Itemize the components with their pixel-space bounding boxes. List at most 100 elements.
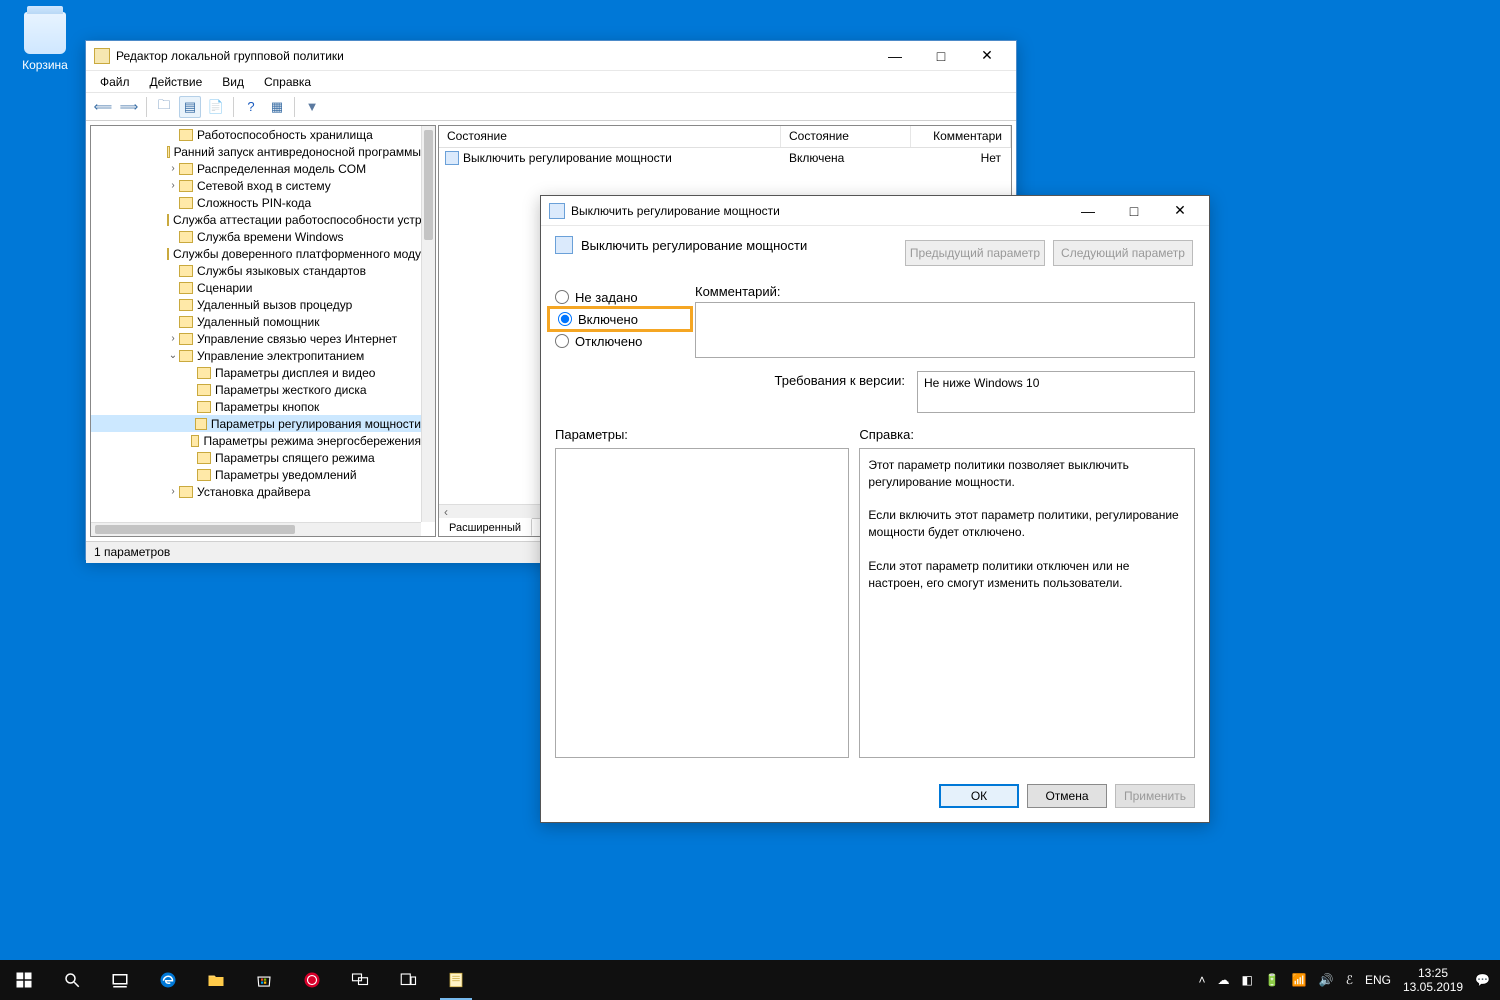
tray-battery-icon[interactable]: 🔋 bbox=[1265, 973, 1280, 987]
tree-horizontal-scrollbar[interactable] bbox=[91, 522, 421, 536]
gpedit-minimize-button[interactable]: — bbox=[872, 41, 918, 71]
tree-item[interactable]: Параметры спящего режима bbox=[91, 449, 421, 466]
cancel-button[interactable]: Отмена bbox=[1027, 784, 1107, 808]
taskbar-app-device[interactable] bbox=[384, 960, 432, 1000]
tree-caret-icon[interactable]: › bbox=[167, 486, 179, 497]
scroll-left-icon[interactable]: ‹ bbox=[439, 505, 453, 518]
apply-button[interactable]: Применить bbox=[1115, 784, 1195, 808]
comment-textarea[interactable] bbox=[695, 302, 1195, 358]
tray-graphics-icon[interactable]: ◧ bbox=[1242, 973, 1253, 987]
tree-item[interactable]: ›Сетевой вход в систему bbox=[91, 177, 421, 194]
policy-minimize-button[interactable]: — bbox=[1065, 196, 1111, 226]
help-box: Этот параметр политики позволяет выключи… bbox=[859, 448, 1195, 758]
menu-help[interactable]: Справка bbox=[256, 73, 319, 91]
toolbar-filter-button[interactable]: ▼ bbox=[301, 96, 323, 118]
radio-disabled-label: Отключено bbox=[575, 334, 642, 349]
tray-app-icon[interactable]: ℰ bbox=[1346, 973, 1353, 987]
tree-caret-icon[interactable]: › bbox=[167, 333, 179, 344]
tab-extended[interactable]: Расширенный bbox=[439, 518, 532, 536]
toolbar-back-button[interactable]: ⟸ bbox=[92, 96, 114, 118]
tree-item[interactable]: Сложность PIN-кода bbox=[91, 194, 421, 211]
tray-chevron-up-icon[interactable]: ˄ bbox=[1198, 973, 1205, 987]
list-cell-state: Включена bbox=[781, 151, 911, 165]
tree-item[interactable]: Удаленный помощник bbox=[91, 313, 421, 330]
menu-action[interactable]: Действие bbox=[142, 73, 211, 91]
gpedit-toolbar: ⟸ ⟹ 🗀 ▤ 📄 ? ▦ ▼ bbox=[86, 93, 1016, 121]
ok-button[interactable]: ОК bbox=[939, 784, 1019, 808]
list-header[interactable]: Состояние Состояние Комментари bbox=[439, 126, 1011, 148]
gpedit-titlebar[interactable]: Редактор локальной групповой политики — … bbox=[86, 41, 1016, 71]
gpedit-maximize-button[interactable]: □ bbox=[918, 41, 964, 71]
policy-close-button[interactable]: ✕ bbox=[1157, 196, 1203, 226]
start-button[interactable] bbox=[0, 960, 48, 1000]
toolbar-help-button[interactable]: ? bbox=[240, 96, 262, 118]
gpedit-close-button[interactable]: ✕ bbox=[964, 41, 1010, 71]
tray-volume-icon[interactable]: 🔊 bbox=[1319, 973, 1334, 987]
tree-item[interactable]: Параметры уведомлений bbox=[91, 466, 421, 483]
radio-disabled-input[interactable] bbox=[555, 334, 569, 348]
tree-item[interactable]: Параметры режима энергосбережения bbox=[91, 432, 421, 449]
toolbar-up-button[interactable]: 🗀 bbox=[153, 96, 175, 118]
radio-enabled-input[interactable] bbox=[558, 312, 572, 326]
tree-caret-icon[interactable]: › bbox=[167, 163, 179, 174]
folder-icon bbox=[179, 163, 193, 175]
list-header-name[interactable]: Состояние bbox=[439, 126, 781, 147]
recycle-bin-icon bbox=[24, 12, 66, 54]
radio-disabled[interactable]: Отключено bbox=[555, 328, 685, 354]
tree-item[interactable]: Сценарии bbox=[91, 279, 421, 296]
tree-item[interactable]: Служба аттестации работоспособности устр bbox=[91, 211, 421, 228]
task-view-button[interactable] bbox=[96, 960, 144, 1000]
menu-view[interactable]: Вид bbox=[214, 73, 252, 91]
taskbar-edge[interactable] bbox=[144, 960, 192, 1000]
policy-maximize-button[interactable]: □ bbox=[1111, 196, 1157, 226]
toolbar-forward-button[interactable]: ⟹ bbox=[118, 96, 140, 118]
tree-item[interactable]: Службы доверенного платформенного моду bbox=[91, 245, 421, 262]
tree-item[interactable]: Службы языковых стандартов bbox=[91, 262, 421, 279]
tree-item[interactable]: ›Управление связью через Интернет bbox=[91, 330, 421, 347]
tree-item[interactable]: Параметры жесткого диска bbox=[91, 381, 421, 398]
tree-caret-icon[interactable]: › bbox=[167, 180, 179, 191]
folder-icon bbox=[179, 180, 193, 192]
tree-item[interactable]: Служба времени Windows bbox=[91, 228, 421, 245]
taskbar-gpedit[interactable] bbox=[432, 960, 480, 1000]
menu-file[interactable]: Файл bbox=[92, 73, 138, 91]
tree-item[interactable]: Параметры регулирования мощности bbox=[91, 415, 421, 432]
tray-action-center-icon[interactable]: 💬 bbox=[1475, 973, 1490, 987]
tray-language[interactable]: ENG bbox=[1365, 973, 1391, 987]
tree-item[interactable]: ⌄Управление электропитанием bbox=[91, 347, 421, 364]
list-row[interactable]: Выключить регулирование мощности Включен… bbox=[439, 148, 1011, 168]
toolbar-export-button[interactable]: 📄 bbox=[205, 96, 227, 118]
tree-item[interactable]: Параметры дисплея и видео bbox=[91, 364, 421, 381]
tree-vertical-scrollbar[interactable] bbox=[421, 126, 435, 522]
folder-icon bbox=[197, 384, 211, 396]
tree-item[interactable]: ›Распределенная модель COM bbox=[91, 160, 421, 177]
tray-wifi-icon[interactable]: 📶 bbox=[1292, 973, 1307, 987]
radio-not-configured-label: Не задано bbox=[575, 290, 638, 305]
tree-item[interactable]: Работоспособность хранилища bbox=[91, 126, 421, 143]
folder-icon bbox=[179, 333, 193, 345]
tree-caret-icon[interactable]: ⌄ bbox=[167, 350, 179, 361]
tray-clock[interactable]: 13:25 13.05.2019 bbox=[1403, 966, 1463, 995]
taskbar-store[interactable] bbox=[240, 960, 288, 1000]
prev-setting-button[interactable]: Предыдущий параметр bbox=[905, 240, 1045, 266]
tray-onedrive-icon[interactable]: ☁ bbox=[1218, 973, 1230, 987]
toolbar-details-button[interactable]: ▤ bbox=[179, 96, 201, 118]
radio-not-configured-input[interactable] bbox=[555, 290, 569, 304]
taskbar-app-monitors[interactable] bbox=[336, 960, 384, 1000]
taskbar-app-red[interactable] bbox=[288, 960, 336, 1000]
tree-item[interactable]: ›Установка драйвера bbox=[91, 483, 421, 500]
tree-item[interactable]: Удаленный вызов процедур bbox=[91, 296, 421, 313]
list-header-state[interactable]: Состояние bbox=[781, 126, 911, 147]
requirements-label: Требования к версии: bbox=[695, 371, 905, 388]
list-header-comment[interactable]: Комментари bbox=[911, 126, 1011, 147]
tree-item[interactable]: Ранний запуск антивредоносной программы bbox=[91, 143, 421, 160]
folder-icon bbox=[197, 367, 211, 379]
toolbar-properties-button[interactable]: ▦ bbox=[266, 96, 288, 118]
search-button[interactable] bbox=[48, 960, 96, 1000]
taskbar-explorer[interactable] bbox=[192, 960, 240, 1000]
recycle-bin[interactable]: Корзина bbox=[15, 12, 75, 72]
policy-titlebar[interactable]: Выключить регулирование мощности — □ ✕ bbox=[541, 196, 1209, 226]
tree-item[interactable]: Параметры кнопок bbox=[91, 398, 421, 415]
next-setting-button[interactable]: Следующий параметр bbox=[1053, 240, 1193, 266]
tree-item-label: Удаленный вызов процедур bbox=[197, 298, 352, 312]
